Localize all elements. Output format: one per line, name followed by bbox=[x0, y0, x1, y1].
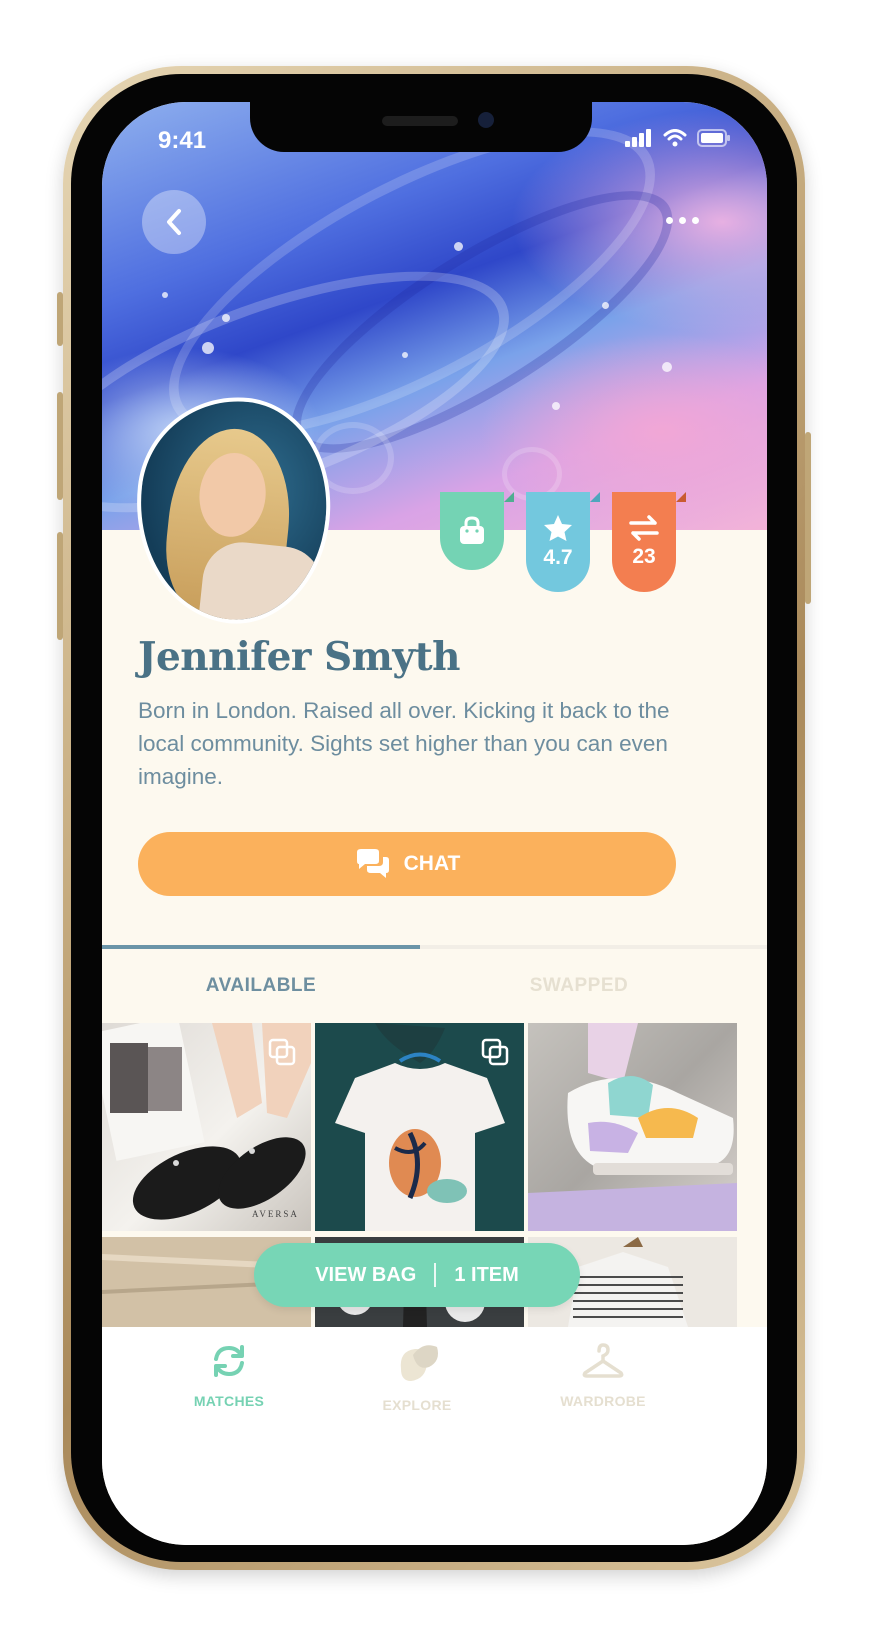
nav-explore-label: EXPLORE bbox=[382, 1397, 452, 1413]
view-bag-label: VIEW BAG bbox=[315, 1263, 417, 1286]
more-dot-icon bbox=[678, 216, 686, 224]
cover-dot bbox=[222, 314, 230, 322]
item-tile-shoes[interactable]: AVERSA bbox=[102, 1023, 311, 1231]
volume-up-button bbox=[57, 392, 63, 500]
notch bbox=[250, 102, 592, 152]
refresh-icon bbox=[214, 1345, 244, 1377]
cover-dot bbox=[454, 242, 463, 251]
swaps-count: 23 bbox=[632, 545, 656, 568]
status-icons bbox=[625, 128, 731, 148]
star-icon bbox=[544, 515, 572, 541]
swap-arrows-icon bbox=[629, 515, 659, 541]
item-tabs: AVAILABLE SWAPPED bbox=[102, 945, 767, 1023]
more-dot-icon bbox=[691, 216, 699, 224]
nav-wardrobe-label: WARDROBE bbox=[560, 1393, 646, 1409]
cover-dot bbox=[662, 362, 672, 372]
status-time: 9:41 bbox=[158, 127, 207, 154]
back-button[interactable] bbox=[142, 190, 206, 254]
volume-down-button bbox=[57, 532, 63, 640]
swaps-badge[interactable]: 23 bbox=[612, 492, 686, 592]
hanger-icon bbox=[582, 1343, 624, 1378]
item-tile-sneakers[interactable] bbox=[528, 1023, 737, 1231]
speaker bbox=[382, 116, 458, 126]
shopping-bag-icon bbox=[460, 516, 484, 544]
chat-button[interactable]: CHAT bbox=[138, 832, 676, 896]
nav-explore[interactable]: EXPLORE bbox=[322, 1339, 512, 1439]
cover-dot bbox=[202, 342, 214, 354]
view-bag-button[interactable]: VIEW BAG 1 ITEM bbox=[254, 1243, 580, 1307]
chat-button-label: CHAT bbox=[403, 852, 461, 875]
aversa-label: AVERSA bbox=[252, 1209, 299, 1219]
status-bar: 9:41 bbox=[102, 102, 767, 172]
nav-matches[interactable]: MATCHES bbox=[134, 1339, 324, 1439]
profile-bio: Born in London. Raised all over. Kicking… bbox=[138, 698, 670, 789]
more-options-button[interactable] bbox=[654, 200, 710, 240]
cover-dot bbox=[402, 352, 408, 358]
signal-icon bbox=[625, 129, 651, 147]
item-tile-tshirt[interactable] bbox=[315, 1023, 524, 1231]
cover-dot bbox=[552, 402, 560, 410]
more-dot-icon bbox=[665, 216, 673, 224]
rating-value: 4.7 bbox=[543, 546, 573, 569]
sneakers-photo bbox=[528, 1023, 737, 1231]
avatar-shirt bbox=[197, 538, 327, 633]
badge-flap bbox=[504, 492, 514, 502]
bag-badge[interactable] bbox=[440, 492, 514, 570]
multiple-photos-icon bbox=[481, 1038, 509, 1066]
front-camera bbox=[478, 112, 494, 128]
tab-swapped[interactable]: SWAPPED bbox=[420, 975, 738, 997]
tab-available[interactable]: AVAILABLE bbox=[102, 975, 420, 997]
mute-switch bbox=[57, 292, 63, 346]
app-screen: 9:41 4.7 23 Jennifer Smyth Born in Londo… bbox=[102, 102, 767, 1545]
power-button bbox=[805, 432, 811, 604]
cover-dot bbox=[162, 292, 168, 298]
bottom-nav: MATCHES EXPLORE WARDROBE bbox=[102, 1327, 767, 1545]
bag-item-count: 1 ITEM bbox=[454, 1263, 519, 1286]
cover-dot bbox=[602, 302, 609, 309]
tab-active-indicator bbox=[102, 945, 420, 949]
chat-bubbles-icon bbox=[356, 849, 389, 878]
multiple-photos-icon bbox=[268, 1038, 296, 1066]
wifi-icon bbox=[663, 129, 687, 147]
badge-flap bbox=[676, 492, 686, 502]
profile-name: Jennifer Smyth bbox=[138, 634, 460, 680]
blob-icon bbox=[400, 1345, 438, 1381]
chevron-left-icon bbox=[167, 209, 181, 235]
nav-wardrobe[interactable]: WARDROBE bbox=[508, 1339, 698, 1439]
battery-icon bbox=[697, 129, 730, 147]
badge-flap bbox=[590, 492, 600, 502]
nav-matches-label: MATCHES bbox=[193, 1393, 265, 1409]
view-bag-divider bbox=[434, 1263, 437, 1287]
rating-badge[interactable]: 4.7 bbox=[526, 492, 600, 592]
